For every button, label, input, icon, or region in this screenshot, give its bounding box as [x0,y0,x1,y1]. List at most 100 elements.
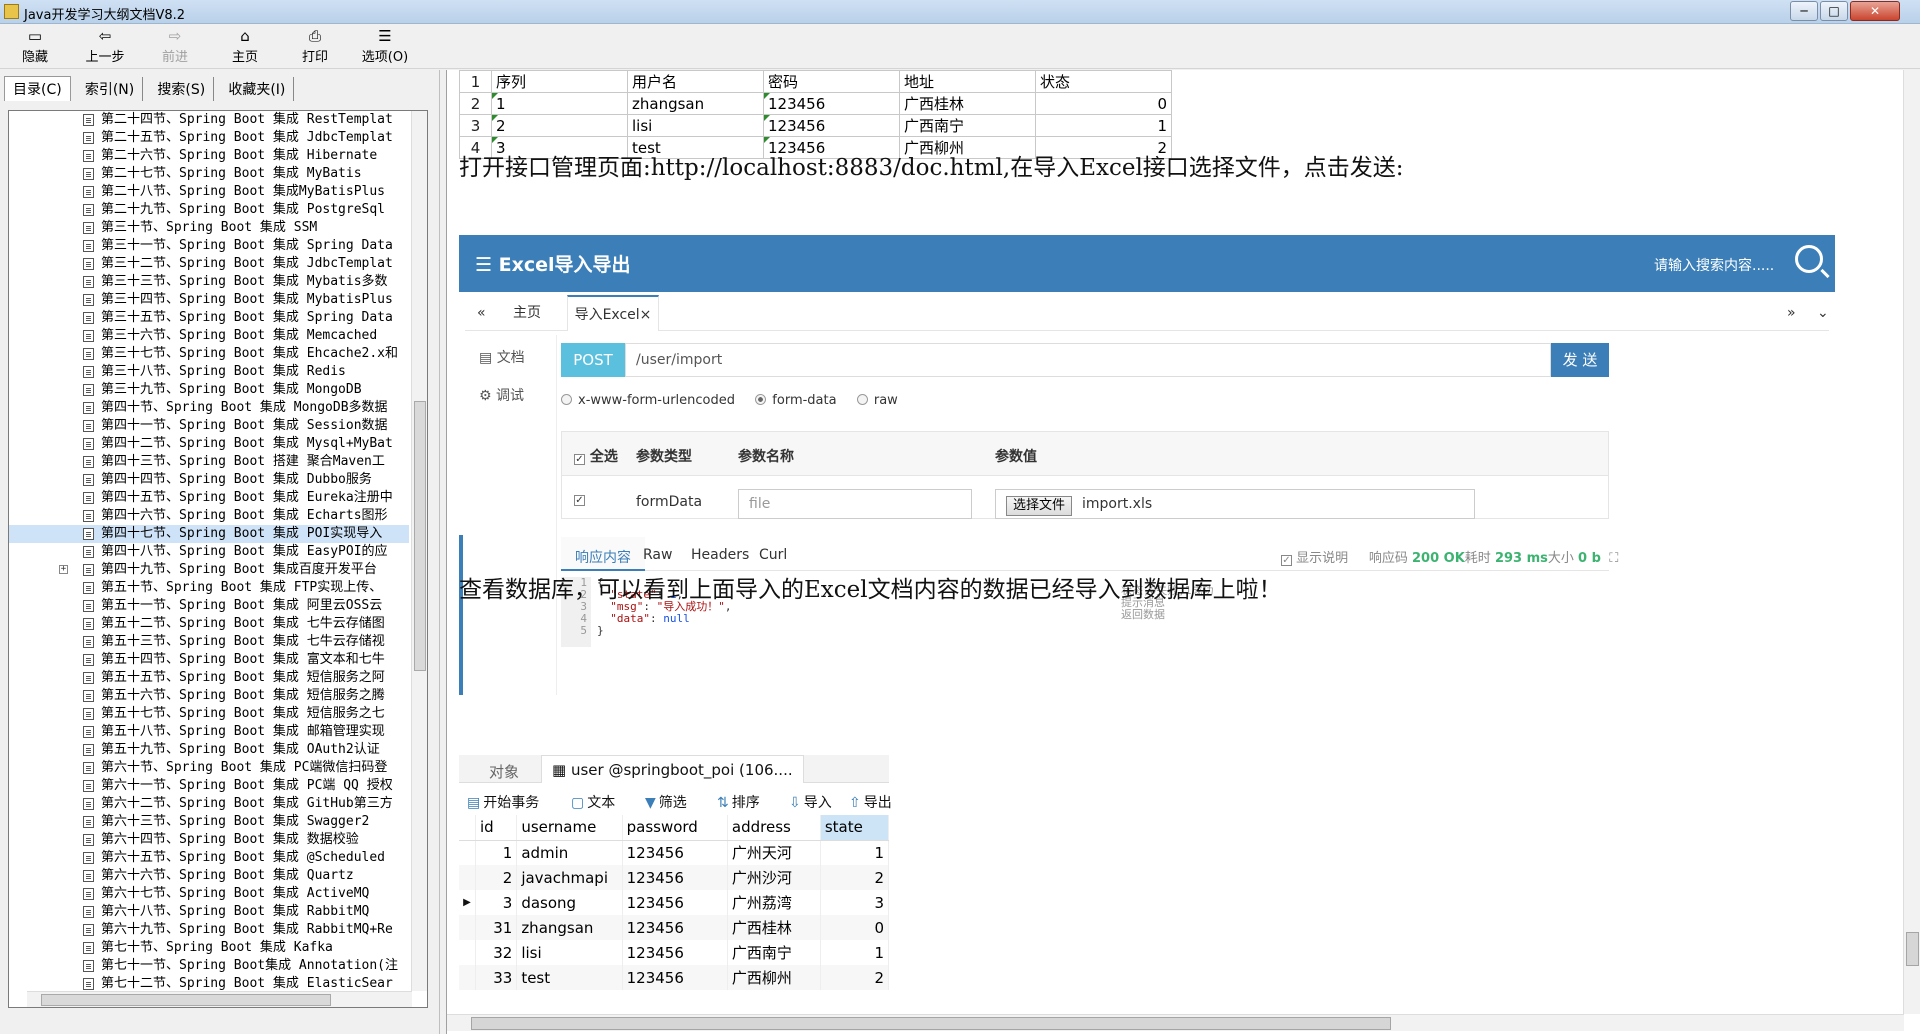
tree-item[interactable]: 第五十四节、Spring Boot 集成 富文本和七牛 [9,651,409,669]
param-name-input[interactable]: file [738,489,972,519]
grid-cell[interactable]: 1 [475,840,518,865]
tab-prev-icon[interactable]: « [477,295,486,331]
tree-item[interactable]: 第二十七节、Spring Boot 集成 MyBatis [9,165,409,183]
column-header-state[interactable]: state [820,815,890,841]
navicat-button-5[interactable]: ⇧ 导出 [849,792,892,812]
tree-item[interactable]: 第四十七节、Spring Boot 集成 POI实现导入 [9,525,409,543]
toolbar-button-0[interactable]: ▭ 隐藏 [4,26,66,66]
side-doc[interactable]: ▤ 文档 [479,347,525,367]
grid-row[interactable]: 31 zhangsan 123456 广西桂林 0 [459,915,890,940]
search-icon[interactable] [1795,245,1823,273]
fullscreen-icon[interactable]: ⛶ [1609,551,1618,566]
tree-item[interactable]: 第六十三节、Spring Boot 集成 Swagger2 [9,813,409,831]
side-debug[interactable]: ⚙ 调试 [479,385,524,405]
grid-cell[interactable]: 广州荔湾 [727,890,821,915]
tree-item[interactable]: 第三十九节、Spring Boot 集成 MongoDB [9,381,409,399]
close-button[interactable]: ✕ [1850,1,1900,21]
tree-item[interactable]: 第五十二节、Spring Boot 集成 七牛云存储图 [9,615,409,633]
tree-item[interactable]: 第六十二节、Spring Boot 集成 GitHub第三方 [9,795,409,813]
grid-cell[interactable]: 0 [820,915,890,940]
grid-cell[interactable]: 2 [820,865,890,890]
grid-cell[interactable]: lisi [516,940,623,965]
tree-item[interactable]: 第五十八节、Spring Boot 集成 邮箱管理实现 [9,723,409,741]
content-horizontal-scrollbar[interactable] [447,1014,1904,1031]
tab-home[interactable]: 主页 [513,295,541,331]
tab-next-icon[interactable]: » [1787,295,1796,331]
grid-cell[interactable]: 31 [475,915,518,940]
tree-item[interactable]: 第六十节、Spring Boot 集成 PC端微信扫码登 [9,759,409,777]
tree-scroll-thumb[interactable] [414,401,426,671]
grid-cell[interactable]: 33 [475,965,518,990]
tree-item[interactable]: 第四十一节、Spring Boot 集成 Session数据 [9,417,409,435]
grid-row[interactable]: 32 lisi 123456 广西南宁 1 [459,940,890,965]
tree-item[interactable]: 第三十八节、Spring Boot 集成 Redis [9,363,409,381]
grid-cell[interactable]: zhangsan [516,915,623,940]
grid-cell[interactable]: 123456 [622,965,728,990]
grid-cell[interactable]: 123456 [622,940,728,965]
grid-cell[interactable]: 2 [475,865,518,890]
tree-item[interactable]: 第四十四节、Spring Boot 集成 Dubbo服务 [9,471,409,489]
tree-item[interactable]: 第四十三节、Spring Boot 搭建 聚合Maven工 [9,453,409,471]
grid-row[interactable]: 33 test 123456 广西柳州 2 [459,965,890,990]
tree-item[interactable]: 第四十二节、Spring Boot 集成 Mysql+MyBat [9,435,409,453]
tab-favorites[interactable]: 收藏夹(I) [220,77,295,101]
tab-contents[interactable]: 目录(C) [4,76,71,101]
grid-cell[interactable]: 123456 [622,840,728,865]
tree-item[interactable]: 第六十五节、Spring Boot 集成 @Scheduled [9,849,409,867]
toolbar-button-2[interactable]: ⇨ 前进 [144,26,206,66]
navicat-button-1[interactable]: ▢ 文本 [571,792,615,812]
grid-cell[interactable]: 3 [820,890,890,915]
tree-item[interactable]: 第七十节、Spring Boot 集成 Kafka [9,939,409,957]
tree-vertical-scrollbar[interactable] [411,111,427,991]
tab-curl[interactable]: Curl [759,547,787,563]
column-header-password[interactable]: password [622,815,728,841]
toolbar-button-4[interactable]: ⎙ 打印 [284,26,346,66]
navicat-button-4[interactable]: ⇩ 导入 [789,792,832,812]
tree-item[interactable]: 第六十一节、Spring Boot 集成 PC端 QQ 授权 [9,777,409,795]
tree-item[interactable]: 第三十七节、Spring Boot 集成 Ehcache2.x和 [9,345,409,363]
grid-cell[interactable]: 123456 [622,890,728,915]
tree-item[interactable]: 第三十五节、Spring Boot 集成 Spring Data [9,309,409,327]
grid-cell[interactable]: 32 [475,940,518,965]
tree-item[interactable]: 第五十六节、Spring Boot 集成 短信服务之腾 [9,687,409,705]
radio-urlencoded[interactable] [561,394,572,405]
grid-cell[interactable]: 广西柳州 [727,965,821,990]
tree-item[interactable]: 第三十节、Spring Boot 集成 SSM [9,219,409,237]
tree-item[interactable]: 第五十七节、Spring Boot 集成 短信服务之七 [9,705,409,723]
radio-form-data[interactable] [755,394,767,405]
tree-item[interactable]: 第六十四节、Spring Boot 集成 数据校验 [9,831,409,849]
tree-item[interactable]: 第六十九节、Spring Boot 集成 RabbitMQ+Re [9,921,409,939]
tab-response-content[interactable]: 响应内容 [561,537,645,571]
tab-import-excel[interactable]: 导入Excel× [567,295,659,331]
navicat-button-2[interactable]: ▼ 筛选 [645,792,687,812]
content-scroll-thumb[interactable] [1906,932,1919,966]
toolbar-button-5[interactable]: ☰ 选项(O) [354,26,416,66]
column-header-username[interactable]: username [516,815,623,841]
tab-search[interactable]: 搜索(S) [149,77,215,101]
send-button[interactable]: 发 送 [1551,343,1609,377]
tree-item[interactable]: 第三十四节、Spring Boot 集成 MybatisPlus [9,291,409,309]
grid-cell[interactable]: 1 [820,940,890,965]
content-hscroll-thumb[interactable] [471,1017,1391,1030]
grid-cell[interactable]: 广州沙河 [727,865,821,890]
tree-item[interactable]: 第七十一节、Spring Boot集成 Annotation(注 [9,957,409,975]
tree-item[interactable]: 第五十九节、Spring Boot 集成 OAuth2认证 [9,741,409,759]
tree-item[interactable]: 第五十五节、Spring Boot 集成 短信服务之阿 [9,669,409,687]
tree-item[interactable]: 第五十节、Spring Boot 集成 FTP实现上传、 [9,579,409,597]
content-vertical-scrollbar[interactable] [1903,70,1920,1014]
grid-row[interactable]: 1 admin 123456 广州天河 1 [459,840,890,865]
tree-item[interactable]: 第二十九节、Spring Boot 集成 PostgreSql [9,201,409,219]
grid-cell[interactable]: admin [516,840,623,865]
choose-file-button[interactable]: 选择文件 [1006,496,1073,516]
toolbar-button-3[interactable]: ⌂ 主页 [214,26,276,66]
select-all[interactable]: ✓ 全选 [574,446,618,466]
tab-objects[interactable]: 对象 [489,761,519,782]
select-all-checkbox[interactable]: ✓ [574,454,585,465]
show-desc-checkbox[interactable]: ✓ [1281,555,1292,566]
tree-item[interactable]: + 第四十九节、Spring Boot 集成百度开发平台 [9,561,409,579]
tree-item[interactable]: 第二十五节、Spring Boot 集成 JdbcTemplat [9,129,409,147]
tree-item[interactable]: 第四十六节、Spring Boot 集成 Echarts图形 [9,507,409,525]
tree-item[interactable]: 第三十六节、Spring Boot 集成 Memcached [9,327,409,345]
tab-user-table[interactable]: ▦ user @springboot_poi (106.... [541,755,804,783]
url-input[interactable]: /user/import [625,343,1551,377]
